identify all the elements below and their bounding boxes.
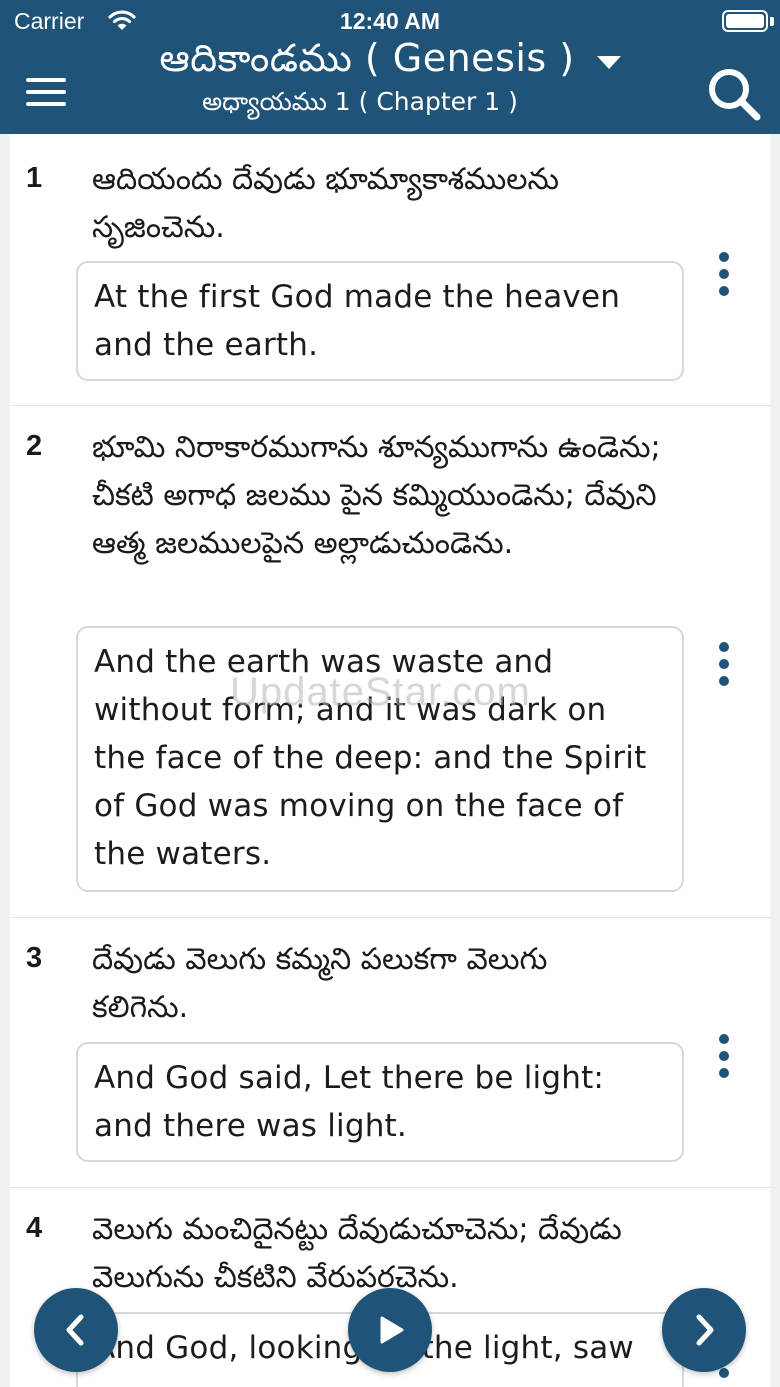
book-selector[interactable]: ఆదికాండము ( Genesis ) [0,36,780,90]
verse-item: 1 ఆదియందు దేవుడు భూమ్యాకాశములను సృజించెన… [10,134,770,406]
verse-number: 4 [26,1212,43,1244]
chevron-left-icon [66,1314,84,1346]
verse-item: 3 దేవుడు వెలుగు కమ్మని పలుకగా వెలుగు కలి… [10,918,770,1188]
verse-telugu-text: భూమి నిరాకారముగాను శూన్యముగాను ఉండెను; చ… [92,430,661,561]
battery-tip [770,17,774,26]
next-chapter-button[interactable] [662,1288,746,1372]
verse-number: 2 [26,430,43,462]
app-header: Carrier 12:40 AM ఆదికాండము ( Genesis ) అ… [0,0,780,134]
status-time: 12:40 AM [339,8,441,34]
battery-icon [722,10,768,32]
search-icon[interactable] [706,66,762,122]
verse-number: 1 [26,162,43,194]
verse-english-text: At the first God made the heaven and the… [76,261,684,381]
vertical-dots-icon[interactable] [716,252,732,296]
caret-down-icon[interactable] [596,56,621,69]
verse-item: 2 భూమి నిరాకారముగాను శూన్యముగాను ఉండెను;… [10,406,770,918]
vertical-dots-icon[interactable] [716,642,732,686]
play-audio-button[interactable] [348,1288,432,1372]
play-icon [380,1316,404,1344]
book-title[interactable]: ఆదికాండము ( Genesis ) [159,36,574,80]
verse-english-text: And the earth was waste and without form… [76,626,684,892]
verse-telugu-text: ఆదియందు దేవుడు భూమ్యాకాశములను సృజించెను. [92,162,560,245]
previous-chapter-button[interactable] [34,1288,118,1372]
verse-list[interactable]: 1 ఆదియందు దేవుడు భూమ్యాకాశములను సృజించెన… [0,134,780,1387]
vertical-dots-icon[interactable] [716,1034,732,1078]
chevron-right-icon [696,1314,714,1346]
verse-number: 3 [26,942,43,974]
chapter-subtitle[interactable]: అధ్యాయము 1 ( Chapter 1 ) [0,87,720,123]
verse-english-text: And God said, Let there be light: and th… [76,1042,684,1162]
verse-telugu-text: దేవుడు వెలుగు కమ్మని పలుకగా వెలుగు కలిగె… [92,942,548,1025]
watermark: UpdateStar.com [230,670,531,714]
